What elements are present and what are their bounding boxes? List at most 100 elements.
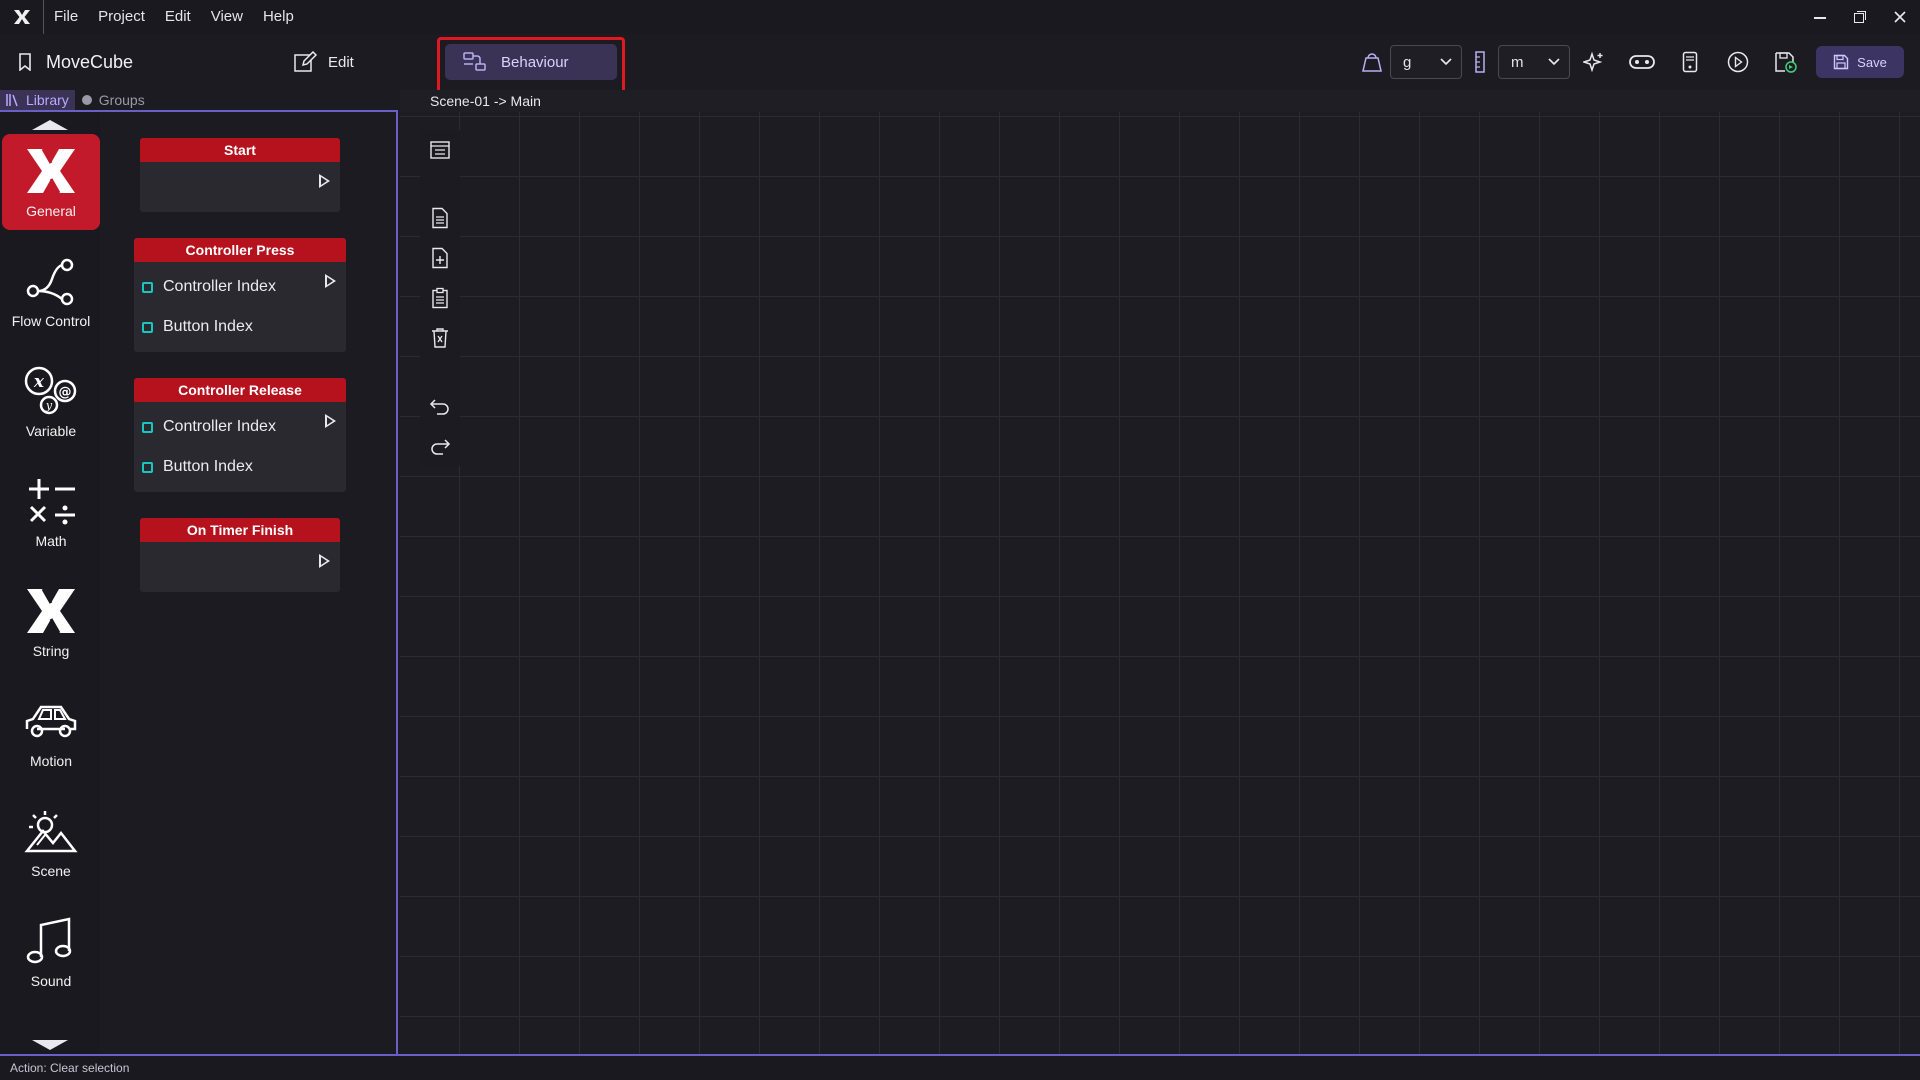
- scene-icon: [23, 805, 79, 857]
- music-note-icon: [23, 915, 79, 967]
- node-controller-press[interactable]: Controller Press Controller Index Button…: [134, 238, 346, 352]
- category-flow-control[interactable]: Flow Control: [2, 244, 100, 340]
- menu-project[interactable]: Project: [88, 0, 155, 34]
- play-icon[interactable]: [1714, 45, 1762, 79]
- port-icon: [142, 461, 153, 473]
- tab-library[interactable]: Library: [0, 90, 75, 110]
- port-controller-index: Controller Index: [142, 418, 276, 436]
- bookmark-icon[interactable]: [18, 53, 32, 71]
- menu-edit[interactable]: Edit: [155, 0, 201, 34]
- node-title: On Timer Finish: [140, 518, 340, 542]
- device-icon[interactable]: [1666, 45, 1714, 79]
- length-unit-value: m: [1511, 53, 1524, 71]
- library-icon: [6, 93, 20, 107]
- port-icon: [142, 281, 153, 293]
- trash-icon[interactable]: [420, 318, 460, 358]
- add-document-icon[interactable]: [420, 238, 460, 278]
- tab-groups[interactable]: Groups: [75, 90, 151, 110]
- menubar: File Project Edit View Help: [0, 0, 1920, 34]
- ruler-icon: [1462, 45, 1498, 79]
- mass-unit-value: g: [1403, 53, 1412, 71]
- chevron-down-icon: [1547, 57, 1561, 67]
- port-label: Button Index: [163, 458, 253, 475]
- category-label: Flow Control: [11, 313, 91, 329]
- category-label: General: [26, 203, 76, 219]
- node-controller-release[interactable]: Controller Release Controller Index Butt…: [134, 378, 346, 492]
- library-tabs: Library Groups: [0, 90, 398, 112]
- category-string[interactable]: String: [2, 574, 100, 670]
- port-label: Controller Index: [163, 278, 276, 295]
- graph-canvas[interactable]: [400, 112, 1920, 1054]
- canvas-toolbar: [420, 130, 460, 466]
- category-label: Scene: [31, 863, 71, 879]
- minimize-icon[interactable]: [1800, 0, 1840, 34]
- chevron-down-icon: [1439, 57, 1453, 67]
- vr-headset-icon[interactable]: [1618, 45, 1666, 79]
- category-scene[interactable]: Scene: [2, 794, 100, 890]
- variable-icon: x @ y: [23, 365, 79, 417]
- exec-output-icon: [325, 274, 336, 288]
- graph-overview-icon[interactable]: [420, 130, 460, 170]
- node-on-timer-finish[interactable]: On Timer Finish: [140, 518, 340, 592]
- category-math[interactable]: Math: [2, 464, 100, 560]
- scroll-down-icon[interactable]: [32, 1040, 68, 1050]
- scroll-up-icon[interactable]: [32, 120, 68, 130]
- flow-control-icon: [23, 255, 79, 307]
- category-label: Math: [35, 533, 67, 549]
- edit-mode-label: Edit: [328, 53, 354, 71]
- behaviour-mode-label: Behaviour: [501, 53, 569, 71]
- car-icon: [23, 695, 79, 747]
- save-publish-icon[interactable]: [1762, 45, 1810, 79]
- restore-icon[interactable]: [1840, 0, 1880, 34]
- sparkle-icon[interactable]: [1570, 45, 1618, 79]
- tab-library-label: Library: [26, 92, 69, 108]
- mass-unit-select[interactable]: g: [1390, 45, 1462, 79]
- category-label: Variable: [25, 423, 77, 439]
- category-general[interactable]: General: [2, 134, 100, 230]
- app-logo-icon: [0, 0, 44, 34]
- port-label: Button Index: [163, 318, 253, 335]
- port-controller-index: Controller Index: [142, 278, 276, 296]
- menu-help[interactable]: Help: [253, 0, 304, 34]
- category-label: Sound: [30, 973, 72, 989]
- node-start[interactable]: Start: [140, 138, 340, 212]
- port-button-index: Button Index: [142, 458, 253, 476]
- category-sound[interactable]: Sound: [2, 904, 100, 1000]
- exec-output-icon: [319, 554, 330, 568]
- node-library-panel: Start Controller Press Controller Index …: [100, 112, 398, 1054]
- close-icon[interactable]: [1880, 0, 1920, 34]
- mass-icon: [1354, 45, 1390, 79]
- exec-output-icon: [319, 174, 330, 188]
- behaviour-icon: [463, 52, 487, 72]
- category-variable[interactable]: x @ y Variable: [2, 354, 100, 450]
- menu-file[interactable]: File: [44, 0, 88, 34]
- exec-output-icon: [325, 414, 336, 428]
- behaviour-mode-button[interactable]: Behaviour: [445, 44, 617, 80]
- toolbar: MoveCube Edit Behaviour g m Save: [0, 34, 1920, 90]
- node-title: Start: [140, 138, 340, 162]
- length-unit-select[interactable]: m: [1498, 45, 1570, 79]
- edit-mode-button[interactable]: Edit: [286, 44, 362, 80]
- undo-icon[interactable]: [420, 386, 460, 426]
- tab-groups-label: Groups: [98, 92, 145, 108]
- status-bar: Action: Clear selection: [0, 1054, 1920, 1080]
- paste-icon[interactable]: [420, 278, 460, 318]
- edit-icon: [294, 51, 318, 73]
- port-label: Controller Index: [163, 418, 276, 435]
- svg-text:x: x: [33, 372, 45, 392]
- document-icon[interactable]: [420, 198, 460, 238]
- category-motion[interactable]: Motion: [2, 684, 100, 780]
- save-label: Save: [1857, 54, 1887, 70]
- redo-icon[interactable]: [420, 426, 460, 466]
- port-icon: [142, 421, 153, 433]
- groups-icon: [81, 94, 93, 106]
- breadcrumb: Scene-01 -> Main: [400, 90, 1920, 112]
- string-icon: [23, 585, 79, 637]
- save-button[interactable]: Save: [1816, 46, 1904, 78]
- category-label: String: [32, 643, 70, 659]
- floppy-disk-icon: [1833, 54, 1849, 70]
- node-title: Controller Release: [134, 378, 346, 402]
- node-title: Controller Press: [134, 238, 346, 262]
- port-button-index: Button Index: [142, 318, 253, 336]
- menu-view[interactable]: View: [201, 0, 253, 34]
